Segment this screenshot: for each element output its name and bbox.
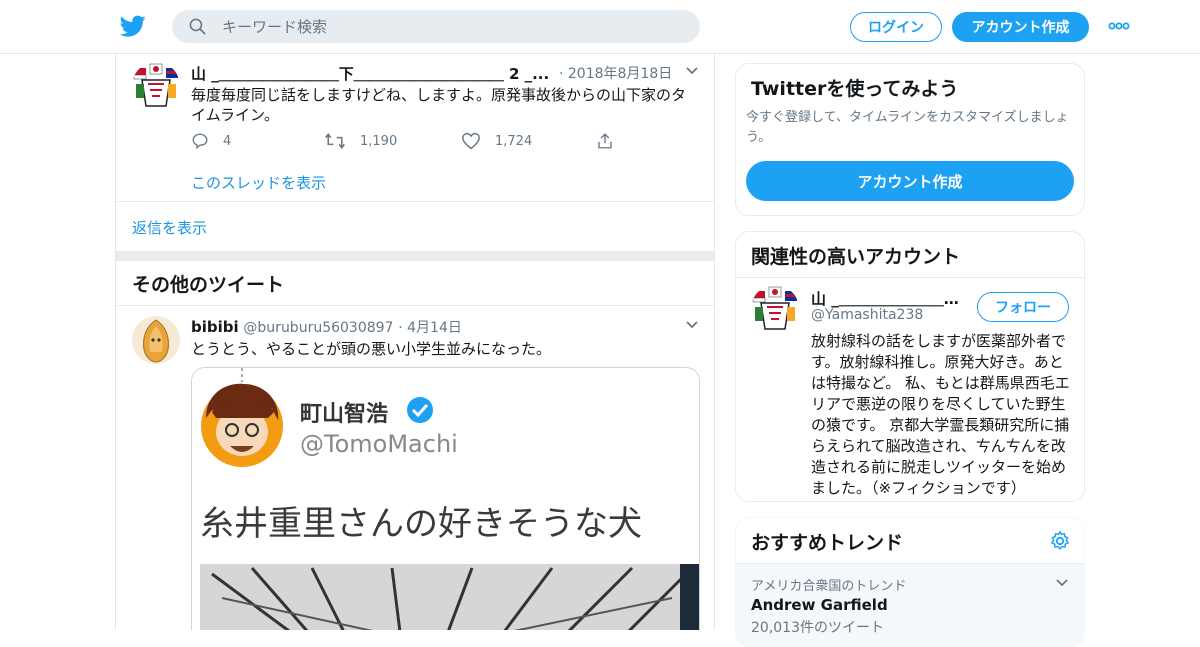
signup-card-subtitle: 今すぐ登録して、タイムラインをカスタマイズしましょう。 bbox=[746, 110, 1069, 145]
twitter-logo-icon[interactable] bbox=[120, 13, 146, 39]
more-options-icon[interactable] bbox=[1108, 20, 1130, 32]
divider bbox=[736, 277, 1084, 278]
gear-icon[interactable] bbox=[1049, 530, 1071, 552]
follow-button[interactable]: フォロー bbox=[977, 292, 1069, 322]
show-replies-link[interactable]: 返信を表示 bbox=[132, 217, 207, 238]
section-gap bbox=[116, 251, 714, 261]
media-account-handle: @TomoMachi bbox=[300, 430, 458, 458]
avatar-image bbox=[751, 285, 799, 333]
trends-card: おすすめトレンド アメリカ合衆国のトレンド Andrew Garfield 20… bbox=[735, 517, 1085, 647]
reply-icon bbox=[192, 133, 208, 150]
share-button[interactable] bbox=[596, 132, 628, 150]
chevron-down-icon[interactable] bbox=[685, 66, 699, 76]
retweet-button[interactable]: 1,190 bbox=[324, 132, 397, 150]
media-caption: 糸井重里さんの好きそうな犬 bbox=[200, 504, 642, 544]
tweet-header: bibibi @buruburu56030897 · 4月14日 bbox=[191, 318, 462, 337]
trend-name[interactable]: Andrew Garfield bbox=[751, 596, 888, 614]
create-account-button[interactable]: アカウント作成 bbox=[746, 161, 1074, 201]
tweet-date[interactable]: · 4月14日 bbox=[398, 320, 462, 336]
media-account-name: 町山智浩 bbox=[300, 402, 389, 427]
top-navigation-bar: ログイン アカウント作成 bbox=[0, 0, 1200, 54]
heart-icon bbox=[462, 132, 480, 150]
main-timeline: 山 _＿＿＿＿＿＿＿＿下＿＿＿＿＿＿＿＿＿＿ 2 _... · 2018年8月1… bbox=[115, 54, 715, 630]
avatar[interactable] bbox=[132, 316, 180, 364]
retweet-count: 1,190 bbox=[360, 133, 398, 149]
avatar-image bbox=[132, 316, 180, 364]
relevant-accounts-title: 関連性の高いアカウント bbox=[751, 246, 961, 268]
like-count: 1,724 bbox=[495, 133, 533, 149]
divider bbox=[116, 305, 714, 306]
tweet-text: 毎度毎度同じ話をしますけどね、しますよ。原発事故後からの山下家のタイムライン。 bbox=[191, 86, 687, 124]
tweet-media-image[interactable]: 町山智浩 @TomoMachi 糸井重里さんの好きそうな犬 bbox=[191, 367, 700, 630]
trend-context: アメリカ合衆国のトレンド bbox=[751, 579, 907, 594]
signup-card-title: Twitterを使ってみよう bbox=[751, 78, 959, 100]
account-handle[interactable]: @Yamashita238 bbox=[811, 307, 923, 323]
login-button[interactable]: ログイン bbox=[850, 12, 942, 42]
trends-title: おすすめトレンド bbox=[751, 532, 904, 554]
avatar[interactable] bbox=[132, 62, 180, 110]
tweet-author-name[interactable]: 山 _＿＿＿＿＿＿＿＿下＿＿＿＿＿＿＿＿＿＿ 2 _... bbox=[191, 65, 549, 83]
divider bbox=[116, 201, 714, 202]
retweet-icon bbox=[325, 132, 345, 150]
tweet-author-name[interactable]: bibibi bbox=[191, 318, 239, 336]
like-button[interactable]: 1,724 bbox=[461, 132, 532, 150]
reply-count: 4 bbox=[223, 133, 232, 149]
relevant-accounts-card: 関連性の高いアカウント 山 _＿＿＿＿＿＿＿＿... @Yamashita238… bbox=[735, 231, 1085, 502]
show-thread-link[interactable]: このスレッドを表示 bbox=[191, 172, 326, 193]
tweet-header: 山 _＿＿＿＿＿＿＿＿下＿＿＿＿＿＿＿＿＿＿ 2 _... · 2018年8月1… bbox=[191, 64, 671, 84]
reply-button[interactable]: 4 bbox=[191, 132, 231, 150]
chevron-down-icon[interactable] bbox=[1055, 578, 1069, 588]
tweet-text: とうとう、やることが頭の悪い小学生並みになった。 bbox=[191, 340, 552, 358]
tweet-actions: 4 1,190 1,724 bbox=[191, 132, 631, 154]
signup-button[interactable]: アカウント作成 bbox=[952, 12, 1089, 42]
search-box[interactable] bbox=[172, 10, 700, 43]
search-input[interactable] bbox=[220, 10, 680, 43]
other-tweets-heading: その他のツイート bbox=[132, 274, 285, 296]
signup-card: Twitterを使ってみよう 今すぐ登録して、タイムラインをカスタマイズしましょ… bbox=[735, 63, 1085, 216]
share-icon bbox=[598, 133, 612, 149]
account-bio: 放射線科の話をしますが医薬部外者です。放射線科推し。原発大好き。あとは特撮など。… bbox=[811, 332, 1070, 497]
trend-tweet-count: 20,013件のツイート bbox=[751, 620, 884, 636]
tweet-author-handle[interactable]: @buruburu56030897 bbox=[243, 320, 393, 336]
account-name[interactable]: 山 _＿＿＿＿＿＿＿＿... bbox=[811, 288, 967, 309]
tweet-date[interactable]: · 2018年8月18日 bbox=[553, 64, 671, 84]
avatar-image bbox=[132, 62, 180, 110]
search-icon bbox=[189, 18, 206, 35]
chevron-down-icon[interactable] bbox=[685, 320, 699, 330]
avatar[interactable] bbox=[751, 285, 799, 333]
trends-header: おすすめトレンド bbox=[736, 518, 1084, 564]
